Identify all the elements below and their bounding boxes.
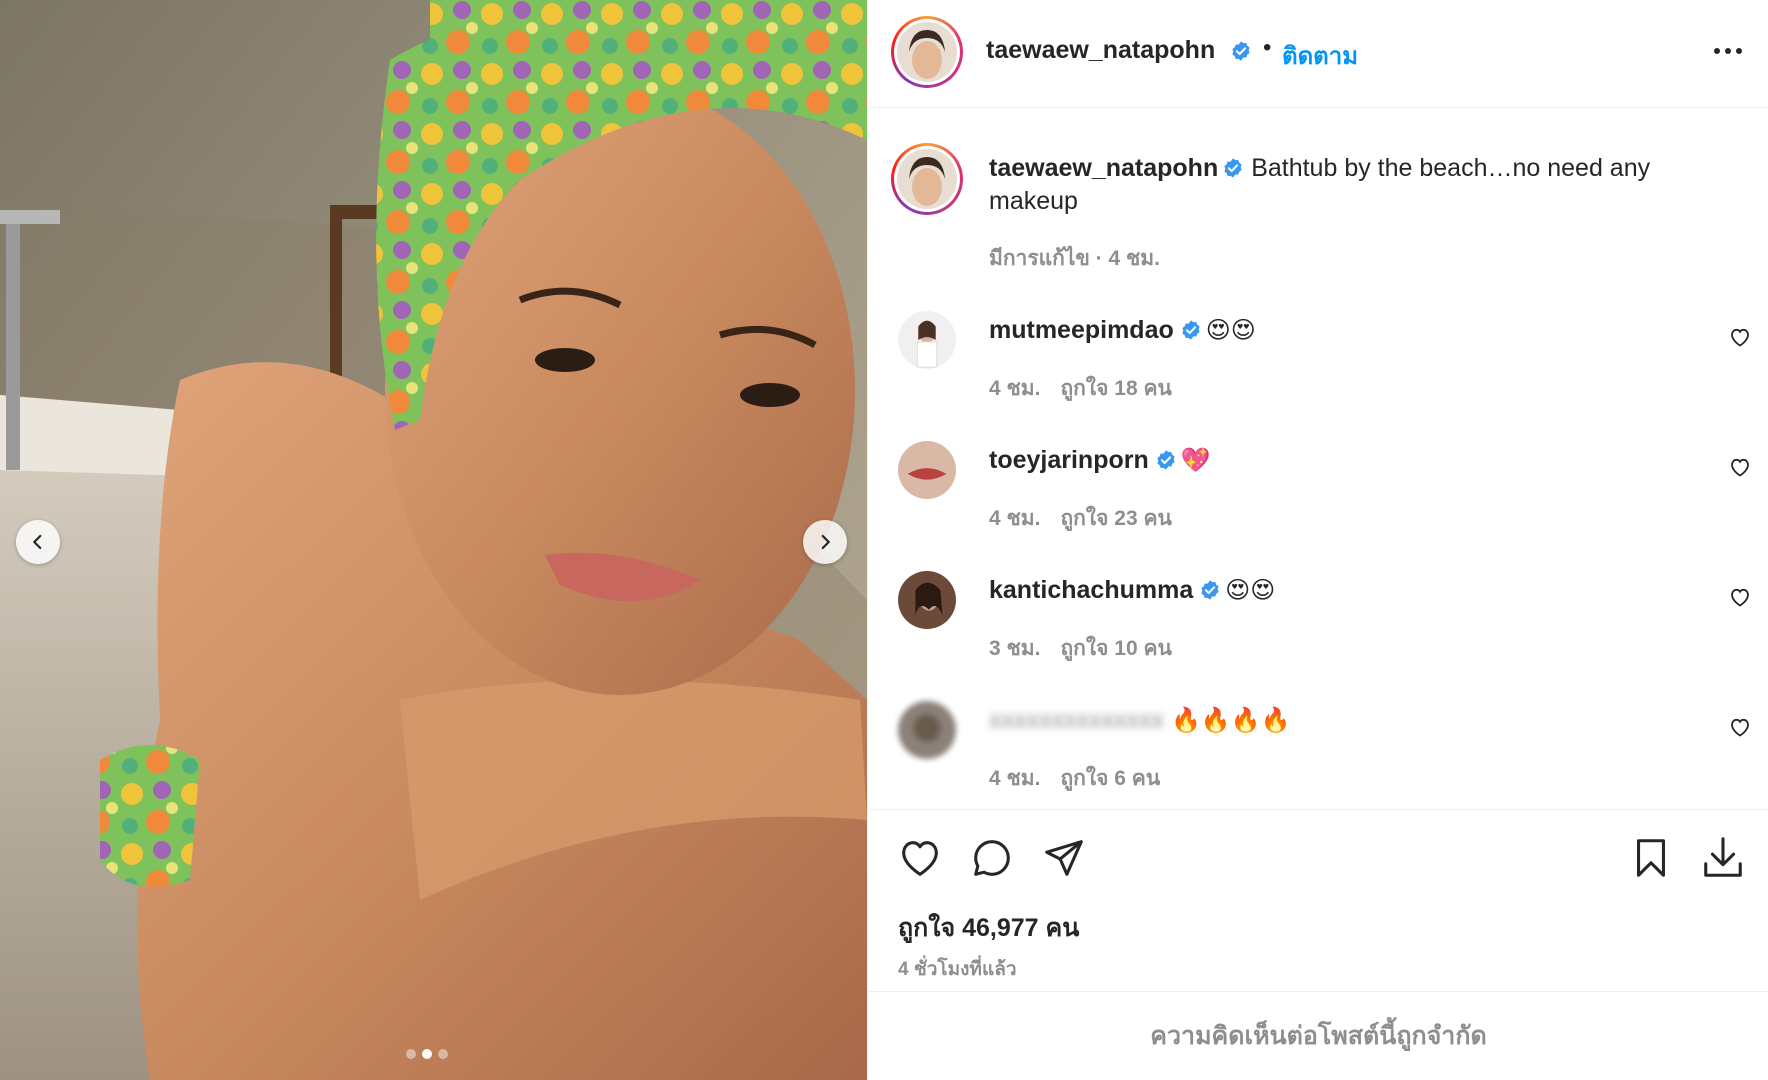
comment-time[interactable]: 3 ชม. — [989, 637, 1040, 660]
comment-likes[interactable]: ถูกใจ 23 คน — [1060, 507, 1171, 530]
likes-count[interactable]: ถูกใจ 46,977 คน — [898, 908, 1079, 948]
follow-button[interactable]: ติดตาม — [1282, 36, 1358, 75]
commenter-username[interactable]: mutmeepimdao — [989, 316, 1174, 344]
comment-heart-icon[interactable] — [1728, 455, 1752, 479]
more-options-icon[interactable] — [1706, 34, 1750, 68]
caption-meta: มีการแก้ไข · 4 ชม. — [989, 247, 1160, 270]
chevron-right-icon — [821, 534, 830, 550]
comment-heart-icon[interactable] — [1728, 585, 1752, 609]
commenter-username-blurred[interactable]: xxxxxxxxxxxxxx — [989, 706, 1164, 734]
caption-username[interactable]: taewaew_natapohn — [989, 154, 1218, 182]
comment-meta: 3 ชม. ถูกใจ 10 คน — [989, 632, 1172, 665]
post-header: taewaew_natapohn • ติดตาม — [868, 0, 1768, 108]
comment-item: mutmeepimdao 😍😍 4 ชม. ถูกใจ 18 คน — [868, 309, 1768, 439]
comments-section[interactable]: taewaew_natapohn Bathtub by the beach…no… — [868, 109, 1768, 809]
comment-line: xxxxxxxxxxxxxx 🔥🔥🔥🔥 — [989, 706, 1290, 735]
carousel-dot — [406, 1049, 416, 1059]
photo-illustration — [0, 0, 867, 1080]
heart-icon — [902, 841, 938, 876]
save-button[interactable] — [1628, 835, 1674, 881]
bookmark-icon — [1637, 839, 1665, 877]
comment-heart-icon[interactable] — [1728, 715, 1752, 739]
caption-author-avatar[interactable] — [891, 143, 963, 215]
comment-text: 💖 — [1180, 447, 1211, 474]
commenter-avatar[interactable] — [898, 571, 956, 629]
comment-item: toeyjarinporn 💖 4 ชม. ถูกใจ 23 คน — [868, 439, 1768, 569]
comment-item: kantichachumma 😍😍 3 ชม. ถูกใจ 10 คน — [868, 569, 1768, 699]
verified-badge-icon — [1224, 158, 1242, 178]
comment-bubble-icon — [974, 840, 1010, 876]
separator-dot: • — [1263, 34, 1272, 61]
commenter-avatar[interactable] — [898, 441, 956, 499]
next-photo-button[interactable] — [803, 520, 847, 564]
share-button[interactable] — [1041, 835, 1087, 881]
comment-heart-icon[interactable] — [1728, 325, 1752, 349]
commenter-username[interactable]: toeyjarinporn — [989, 446, 1149, 474]
comment-text: 🔥🔥🔥🔥 — [1170, 707, 1291, 734]
carousel-indicator — [406, 1049, 448, 1059]
comment-time[interactable]: 4 ชม. — [989, 767, 1040, 790]
comment-button[interactable] — [969, 835, 1015, 881]
previous-photo-button[interactable] — [16, 520, 60, 564]
comment-time[interactable]: 4 ชม. — [989, 507, 1040, 530]
verified-badge-icon — [1232, 41, 1250, 61]
comment-likes[interactable]: ถูกใจ 10 คน — [1060, 637, 1171, 660]
post-timestamp[interactable]: 4 ชั่วโมงที่แล้ว — [898, 954, 1017, 984]
post-photo[interactable] — [0, 0, 867, 1080]
post-actions: ถูกใจ 46,977 คน 4 ชั่วโมงที่แล้ว — [868, 809, 1768, 991]
verified-badge-icon — [1182, 320, 1200, 340]
carousel-dot — [438, 1049, 448, 1059]
comment-item: xxxxxxxxxxxxxx 🔥🔥🔥🔥 4 ชม. ถูกใจ 6 คน — [868, 699, 1768, 809]
comment-meta: 4 ชม. ถูกใจ 23 คน — [989, 502, 1172, 535]
comment-likes[interactable]: ถูกใจ 18 คน — [1060, 377, 1171, 400]
commenter-avatar[interactable] — [898, 311, 956, 369]
post-side-panel: taewaew_natapohn • ติดตาม taewaew_natapo… — [867, 0, 1768, 1080]
comment-time[interactable]: 4 ชม. — [989, 377, 1040, 400]
comment-line: kantichachumma 😍😍 — [989, 576, 1275, 605]
author-avatar[interactable] — [891, 16, 963, 88]
caption-text-block: taewaew_natapohn Bathtub by the beach…no… — [989, 152, 1709, 218]
commenter-username[interactable]: kantichachumma — [989, 576, 1193, 604]
author-username[interactable]: taewaew_natapohn — [986, 36, 1215, 65]
commenter-avatar-blurred[interactable] — [898, 701, 956, 759]
comments-limited-notice: ความคิดเห็นต่อโพสต์นี้ถูกจำกัด — [868, 991, 1768, 1080]
verified-badge-icon — [1201, 580, 1219, 600]
comment-line: mutmeepimdao 😍😍 — [989, 316, 1256, 345]
chevron-left-icon — [33, 534, 42, 550]
like-button[interactable] — [897, 835, 943, 881]
comment-likes[interactable]: ถูกใจ 6 คน — [1060, 767, 1160, 790]
download-button[interactable] — [1700, 835, 1746, 881]
verified-badge-icon — [1157, 450, 1175, 470]
carousel-dot-active — [422, 1049, 432, 1059]
comment-meta: 4 ชม. ถูกใจ 6 คน — [989, 762, 1160, 795]
comment-meta: 4 ชม. ถูกใจ 18 คน — [989, 372, 1172, 405]
comments-limited-text: ความคิดเห็นต่อโพสต์นี้ถูกจำกัด — [1150, 1022, 1487, 1050]
comment-text: 😍😍 — [1225, 577, 1276, 604]
comment-line: toeyjarinporn 💖 — [989, 446, 1211, 475]
download-icon — [1704, 837, 1742, 877]
comment-text: 😍😍 — [1205, 317, 1256, 344]
paper-plane-icon — [1045, 840, 1083, 876]
